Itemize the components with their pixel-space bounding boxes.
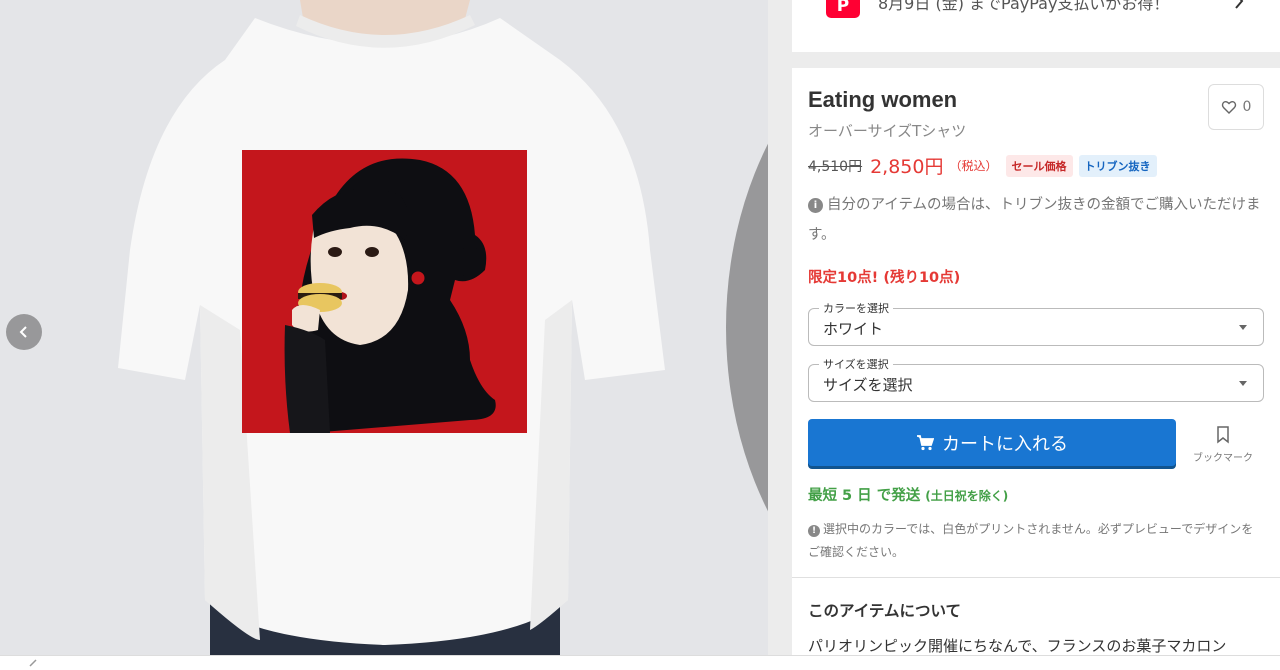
sale-badge: セール価格: [1005, 154, 1073, 177]
print-warning-text: 選択中のカラーでは、白色がプリントされません。必ずプレビューでデザインをご確認く…: [808, 522, 1254, 559]
gallery-prev-button[interactable]: [6, 314, 42, 350]
bookmark-label: ブックマーク: [1193, 453, 1253, 464]
color-select-label: カラーを選択: [819, 300, 893, 316]
product-detail-panel: P 8月9日 (金) までPayPay支払いがお得！ Eating women …: [792, 0, 1280, 668]
color-select-value: ホワイト: [823, 320, 884, 338]
dropdown-caret-icon: [1239, 381, 1247, 386]
size-select-label: サイズを選択: [819, 356, 893, 372]
product-title: Eating women: [808, 87, 958, 112]
price-row: 4,510円 2,850円 （税込） セール価格 トリブン抜き: [808, 152, 1157, 179]
alert-icon: !: [808, 525, 820, 537]
size-select-value: サイズを選択: [823, 376, 913, 394]
about-text: パリオリンピック開催にちなんで、フランスのお菓子マカロン: [808, 637, 1227, 655]
about-heading: このアイテムについて: [808, 602, 961, 620]
product-type[interactable]: オーバーサイズTシャツ: [808, 120, 966, 141]
tribune-badge: トリブン抜き: [1078, 154, 1157, 177]
paypay-logo: P: [826, 0, 860, 18]
like-count: 0: [1242, 99, 1252, 115]
heart-icon: [1221, 101, 1236, 114]
shipping-info: 最短 5 日 で発送 (土日祝を除く): [808, 484, 1008, 505]
info-icon: i: [808, 198, 823, 213]
limited-stock-text: 限定10点! (残り10点): [808, 270, 961, 286]
tax-label: （税込）: [949, 159, 998, 173]
chevron-left-icon: [19, 326, 27, 338]
tribune-info-note: i 自分のアイテムの場合は、トリブン抜きの金額でご購入いただけます。: [808, 190, 1268, 250]
dropdown-caret-icon: [1239, 325, 1247, 330]
like-button[interactable]: 0: [1208, 84, 1264, 130]
color-select[interactable]: カラーを選択 ホワイト: [808, 300, 1264, 346]
original-price: 4,510円: [808, 158, 863, 175]
print-warning: ! 選択中のカラーでは、白色がプリントされません。必ずプレビューでデザインをご確認…: [808, 518, 1263, 564]
add-to-cart-label: カートに入れる: [942, 433, 1068, 455]
shipping-main: 最短 5 日 で発送: [808, 488, 921, 504]
info-note-text: 自分のアイテムの場合は、トリブン抜きの金額でご購入いただけます。: [808, 197, 1261, 243]
paypay-promo-banner[interactable]: P 8月9日 (金) までPayPay支払いがお得！: [792, 0, 1280, 52]
add-to-cart-button[interactable]: カートに入れる: [808, 419, 1176, 466]
product-photo: [0, 0, 768, 655]
divider: [792, 577, 1280, 578]
pencil-icon: [29, 659, 37, 667]
product-image-gallery: [0, 0, 768, 655]
chevron-right-icon: [1235, 0, 1244, 9]
bookmark-icon: [1217, 426, 1229, 444]
size-select[interactable]: サイズを選択 サイズを選択: [808, 356, 1264, 402]
bookmark-button[interactable]: ブックマーク: [1188, 426, 1258, 465]
cart-icon: [917, 434, 934, 450]
bottom-bar: [0, 655, 1280, 670]
promo-text: 8月9日 (金) までPayPay支払いがお得！: [878, 0, 1170, 13]
shipping-note: (土日祝を除く): [925, 489, 1009, 503]
product-info-card: Eating women オーバーサイズTシャツ 0 4,510円 2,850円…: [792, 68, 1280, 668]
sale-price: 2,850円: [870, 156, 944, 178]
